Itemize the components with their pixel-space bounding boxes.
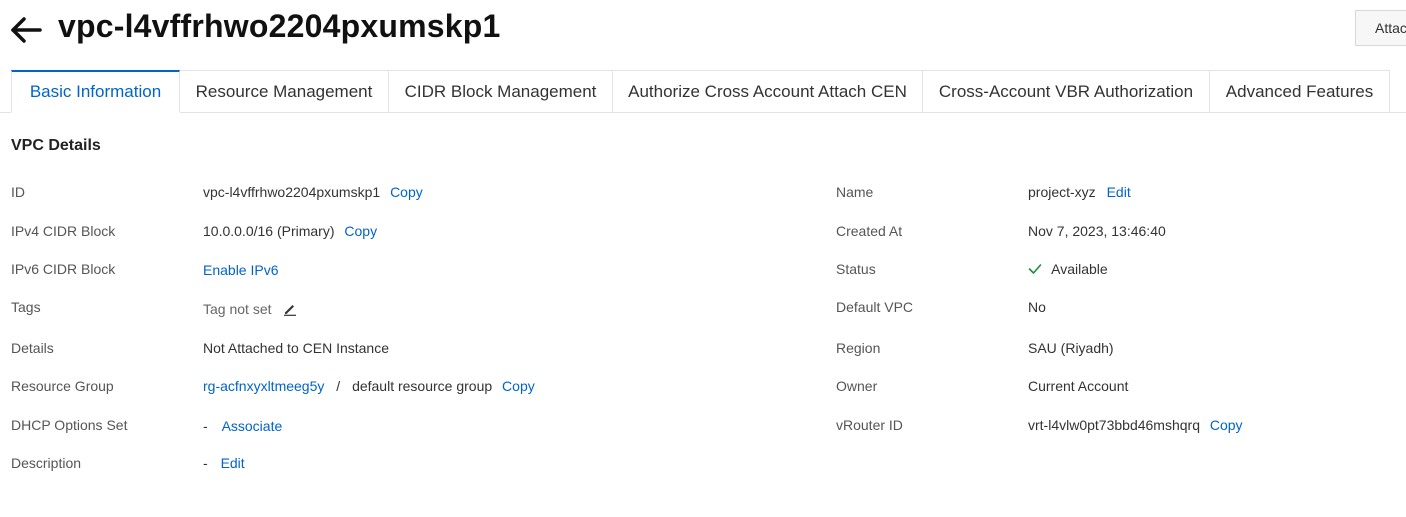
- copy-id-link[interactable]: Copy: [390, 184, 423, 200]
- id-label: ID: [11, 184, 25, 200]
- pencil-icon[interactable]: [283, 302, 297, 316]
- status-badge: Available: [1051, 261, 1108, 277]
- created-at-value: Nov 7, 2023, 13:46:40: [1028, 223, 1166, 239]
- vpc-details-page: vpc-l4vffrhwo2204pxumskp1 Attac Basic In…: [0, 0, 1406, 517]
- dhcp-row: - Associate: [203, 418, 282, 434]
- status-row: Available: [1028, 261, 1108, 277]
- default-vpc-value: No: [1028, 299, 1046, 315]
- dhcp-value: -: [203, 418, 208, 434]
- tags-row: Tag not set: [203, 301, 297, 317]
- copy-resource-group-link[interactable]: Copy: [502, 378, 535, 394]
- ipv6-label: IPv6 CIDR Block: [11, 261, 116, 277]
- description-label: Description: [11, 455, 82, 471]
- tab-cidr-block-management[interactable]: CIDR Block Management: [389, 70, 613, 113]
- owner-value: Current Account: [1028, 378, 1129, 394]
- section-title: VPC Details: [11, 137, 101, 154]
- resource-group-value: default resource group: [352, 378, 493, 394]
- default-vpc-label: Default VPC: [836, 299, 914, 315]
- check-icon: [1028, 264, 1042, 274]
- resource-group-label: Resource Group: [11, 378, 114, 394]
- ipv4-row: 10.0.0.0/16 (Primary) Copy: [203, 223, 377, 239]
- ipv4-value: 10.0.0.0/16 (Primary): [203, 223, 335, 239]
- back-button[interactable]: [8, 14, 44, 46]
- edit-description-link[interactable]: Edit: [221, 455, 245, 471]
- details-label: Details: [11, 340, 54, 356]
- ipv4-label: IPv4 CIDR Block: [11, 223, 116, 239]
- vrouter-row: vrt-l4vlw0pt73bbd46mshqrq Copy: [1028, 417, 1243, 433]
- tab-authorize-cross-account-attach-cen[interactable]: Authorize Cross Account Attach CEN: [613, 70, 923, 113]
- page-title: vpc-l4vffrhwo2204pxumskp1: [58, 8, 501, 44]
- details-value: Not Attached to CEN Instance: [203, 340, 389, 356]
- owner-label: Owner: [836, 378, 878, 394]
- tags-label: Tags: [11, 299, 41, 315]
- tab-cross-account-vbr-authorization[interactable]: Cross-Account VBR Authorization: [923, 70, 1210, 113]
- tags-value: Tag not set: [203, 301, 272, 317]
- status-label: Status: [836, 261, 876, 277]
- arrow-left-icon: [11, 17, 42, 43]
- tab-advanced-features[interactable]: Advanced Features: [1210, 70, 1390, 113]
- enable-ipv6-link[interactable]: Enable IPv6: [203, 262, 279, 278]
- description-value: -: [203, 455, 208, 471]
- tab-basic-information[interactable]: Basic Information: [11, 70, 180, 113]
- description-row: - Edit: [203, 455, 245, 471]
- vrouter-value: vrt-l4vlw0pt73bbd46mshqrq: [1028, 417, 1200, 433]
- resource-group-separator: /: [336, 378, 341, 394]
- vrouter-label: vRouter ID: [836, 417, 903, 433]
- ipv6-row: Enable IPv6: [203, 262, 279, 278]
- region-label: Region: [836, 340, 881, 356]
- id-row: vpc-l4vffrhwo2204pxumskp1 Copy: [203, 184, 423, 200]
- copy-vrouter-link[interactable]: Copy: [1210, 417, 1243, 433]
- dhcp-label: DHCP Options Set: [11, 417, 128, 433]
- name-row: project-xyz Edit: [1028, 184, 1131, 200]
- associate-dhcp-link[interactable]: Associate: [222, 418, 283, 434]
- edit-name-link[interactable]: Edit: [1107, 184, 1131, 200]
- name-label: Name: [836, 184, 874, 200]
- resource-group-row: rg-acfnxyxltmeeg5y / default resource gr…: [203, 378, 535, 394]
- resource-group-link[interactable]: rg-acfnxyxltmeeg5y: [203, 378, 324, 394]
- attach-cen-button[interactable]: Attac: [1355, 10, 1406, 46]
- created-at-label: Created At: [836, 223, 903, 239]
- copy-ipv4-link[interactable]: Copy: [344, 223, 377, 239]
- id-value: vpc-l4vffrhwo2204pxumskp1: [203, 184, 381, 200]
- region-value: SAU (Riyadh): [1028, 340, 1114, 356]
- page-header: vpc-l4vffrhwo2204pxumskp1 Attac: [0, 0, 1406, 62]
- tab-resource-management[interactable]: Resource Management: [180, 70, 389, 113]
- tab-bar: Basic Information Resource Management CI…: [0, 70, 1406, 113]
- name-value: project-xyz: [1028, 184, 1096, 200]
